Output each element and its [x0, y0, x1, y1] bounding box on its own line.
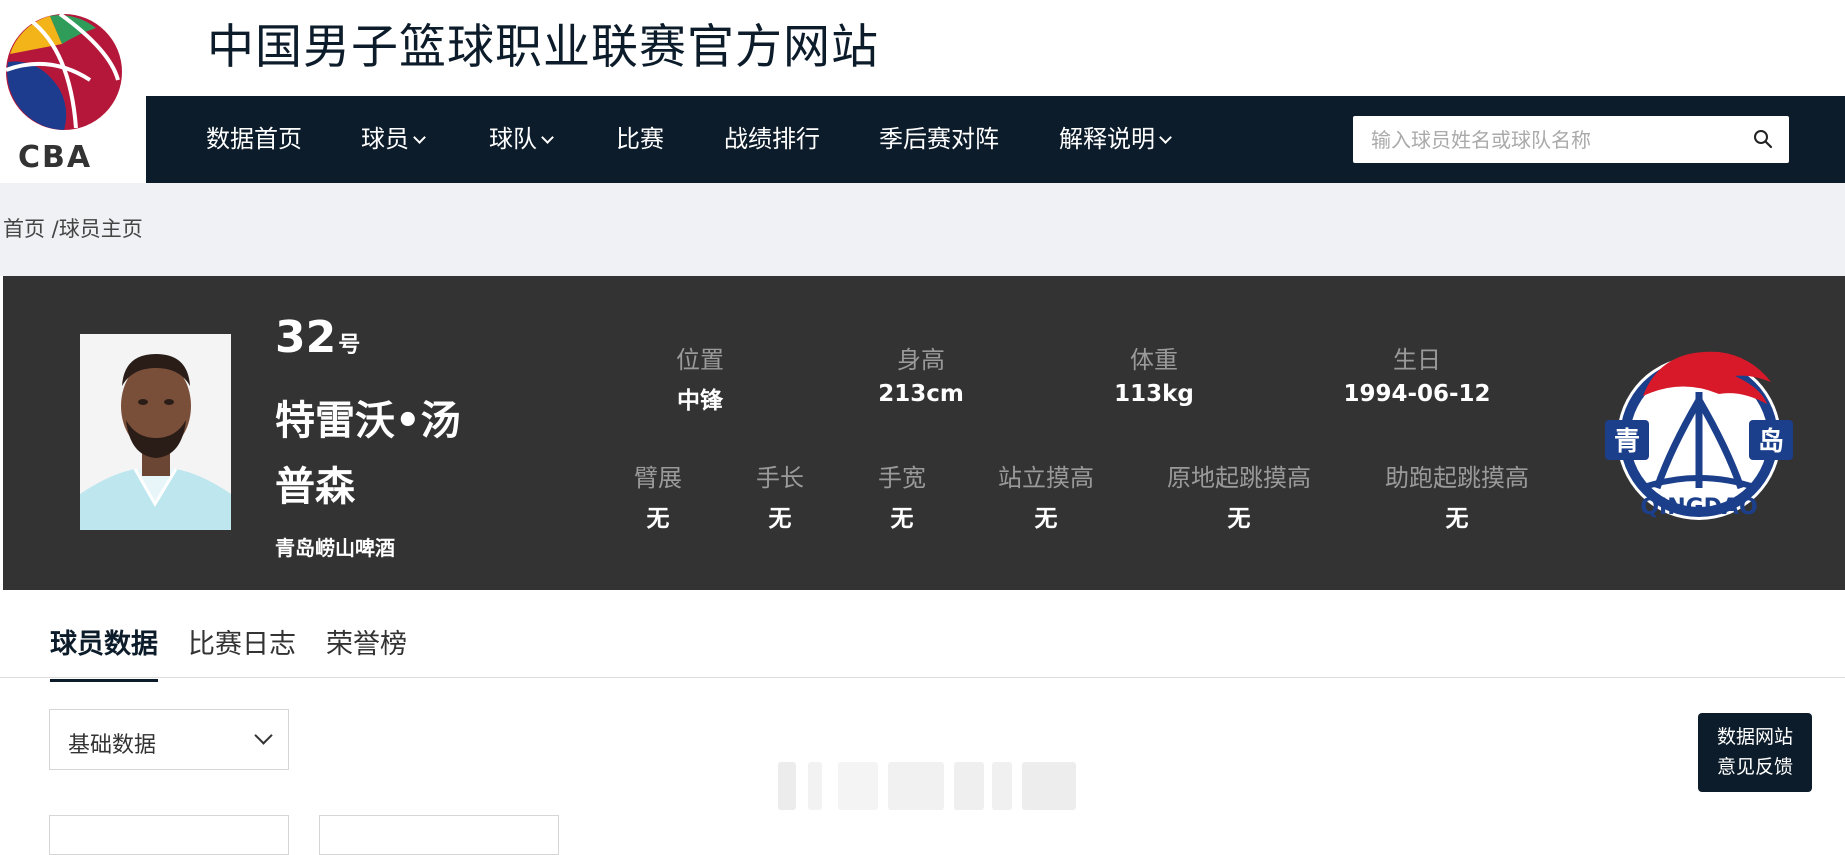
chevron-down-icon: [254, 726, 273, 745]
stat-value: 无: [1034, 506, 1058, 532]
nav-item-label: 球员: [361, 125, 409, 153]
player-number-value: 32: [275, 312, 337, 363]
stat-label: 站立摸高: [998, 464, 1094, 492]
stat-hand-length: 手长 无: [756, 458, 804, 533]
stat-value: 中锋: [677, 388, 723, 414]
nav-item-label: 战绩排行: [724, 125, 820, 153]
stat-value: 213cm: [878, 381, 964, 407]
stat-hand-width: 手宽 无: [878, 458, 926, 533]
stat-standing-vertical: 原地起跳摸高 无: [1167, 458, 1311, 533]
breadcrumb-home-link[interactable]: 首页: [3, 217, 45, 241]
stat-weight: 体重 113kg: [1114, 340, 1194, 407]
nav-item-players[interactable]: 球员: [361, 96, 426, 183]
stat-height: 身高 213cm: [878, 340, 964, 407]
qingdao-team-logo-icon[interactable]: 青 岛 QINGDAO: [1601, 338, 1797, 528]
stat-birthday: 生日 1994-06-12: [1343, 340, 1490, 407]
competition-select[interactable]: [319, 815, 559, 855]
nav-item-games[interactable]: 比赛: [616, 96, 664, 183]
feedback-line2: 意见反馈: [1716, 756, 1793, 778]
player-portrait-icon: [80, 334, 231, 530]
stat-label: 体重: [1130, 346, 1178, 374]
stat-value: 无: [646, 506, 670, 532]
stat-value: 1994-06-12: [1343, 381, 1491, 407]
player-number-suffix: 号: [338, 333, 361, 358]
nav-item-label: 球队: [489, 125, 537, 153]
search-icon[interactable]: [1753, 129, 1773, 149]
stat-label: 助跑起跳摸高: [1385, 464, 1529, 492]
stat-value: 无: [1227, 506, 1251, 532]
player-name: 特雷沃•汤普森: [275, 398, 461, 510]
stat-value: 无: [768, 506, 792, 532]
team-logo-bottom-text: QINGDAO: [1640, 495, 1757, 520]
stat-label: 手长: [756, 464, 804, 492]
stat-label: 臂展: [634, 464, 682, 492]
chevron-down-icon: [413, 131, 426, 144]
chevron-down-icon: [1159, 131, 1172, 144]
stat-value: 无: [1445, 506, 1469, 532]
stat-label: 身高: [897, 346, 945, 374]
season-select[interactable]: [49, 815, 289, 855]
nav-item-label: 比赛: [616, 125, 664, 153]
stats-type-selected: 基础数据: [68, 733, 157, 758]
cba-logo[interactable]: CBA: [0, 0, 146, 183]
stat-label: 位置: [676, 346, 724, 374]
breadcrumb-current: 球员主页: [58, 217, 143, 241]
player-banner: 32号 特雷沃•汤普森 青岛崂山啤酒 位置 中锋 身高 213cm 体重 113…: [3, 276, 1845, 590]
stat-label: 生日: [1393, 346, 1441, 374]
search-input[interactable]: [1353, 116, 1733, 163]
player-team-name[interactable]: 青岛崂山啤酒: [275, 532, 395, 561]
stat-wingspan: 臂展 无: [634, 458, 682, 533]
nav-item-data-home[interactable]: 数据首页: [206, 96, 302, 183]
stat-label: 手宽: [878, 464, 926, 492]
nav-item-teams[interactable]: 球队: [489, 96, 554, 183]
stats-type-select[interactable]: 基础数据: [49, 709, 289, 770]
feedback-line1: 数据网站: [1716, 726, 1793, 748]
main-nav: 数据首页 球员 球队 比赛 战绩排行 季后赛对阵 解释说明: [146, 96, 1845, 183]
logo-text: CBA: [18, 140, 93, 175]
nav-item-label: 解释说明: [1059, 125, 1155, 153]
tab-game-log[interactable]: 比赛日志: [188, 622, 296, 679]
tab-honors[interactable]: 荣誉榜: [326, 622, 407, 679]
breadcrumb-separator: /: [45, 217, 59, 241]
nav-item-playoffs[interactable]: 季后赛对阵: [879, 96, 999, 183]
nav-item-explanation[interactable]: 解释说明: [1059, 96, 1172, 183]
player-tabs: 球员数据 比赛日志 荣誉榜: [0, 590, 1845, 682]
chevron-down-icon: [541, 131, 554, 144]
loading-placeholder: [778, 762, 1076, 810]
team-logo-right-char: 岛: [1758, 426, 1784, 457]
site-title: 中国男子篮球职业联赛官方网站: [207, 20, 879, 75]
nav-item-label: 数据首页: [206, 125, 302, 153]
feedback-button[interactable]: 数据网站 意见反馈: [1698, 713, 1812, 792]
stat-standing-reach: 站立摸高 无: [998, 458, 1094, 533]
breadcrumb: 首页 /球员主页: [3, 213, 143, 243]
player-photo: [80, 334, 231, 530]
player-number: 32号: [275, 312, 360, 363]
stat-label: 原地起跳摸高: [1167, 464, 1311, 492]
stat-value: 113kg: [1114, 381, 1194, 407]
nav-item-label: 季后赛对阵: [879, 125, 999, 153]
stat-value: 无: [890, 506, 914, 532]
team-logo-left-char: 青: [1614, 427, 1640, 457]
nav-item-standings[interactable]: 战绩排行: [724, 96, 820, 183]
tab-player-stats[interactable]: 球员数据: [50, 622, 158, 682]
stat-position: 位置 中锋: [676, 340, 724, 415]
stat-running-vertical: 助跑起跳摸高 无: [1385, 458, 1529, 533]
breadcrumb-band: 首页 /球员主页: [0, 183, 1845, 276]
search-box: [1353, 116, 1789, 163]
